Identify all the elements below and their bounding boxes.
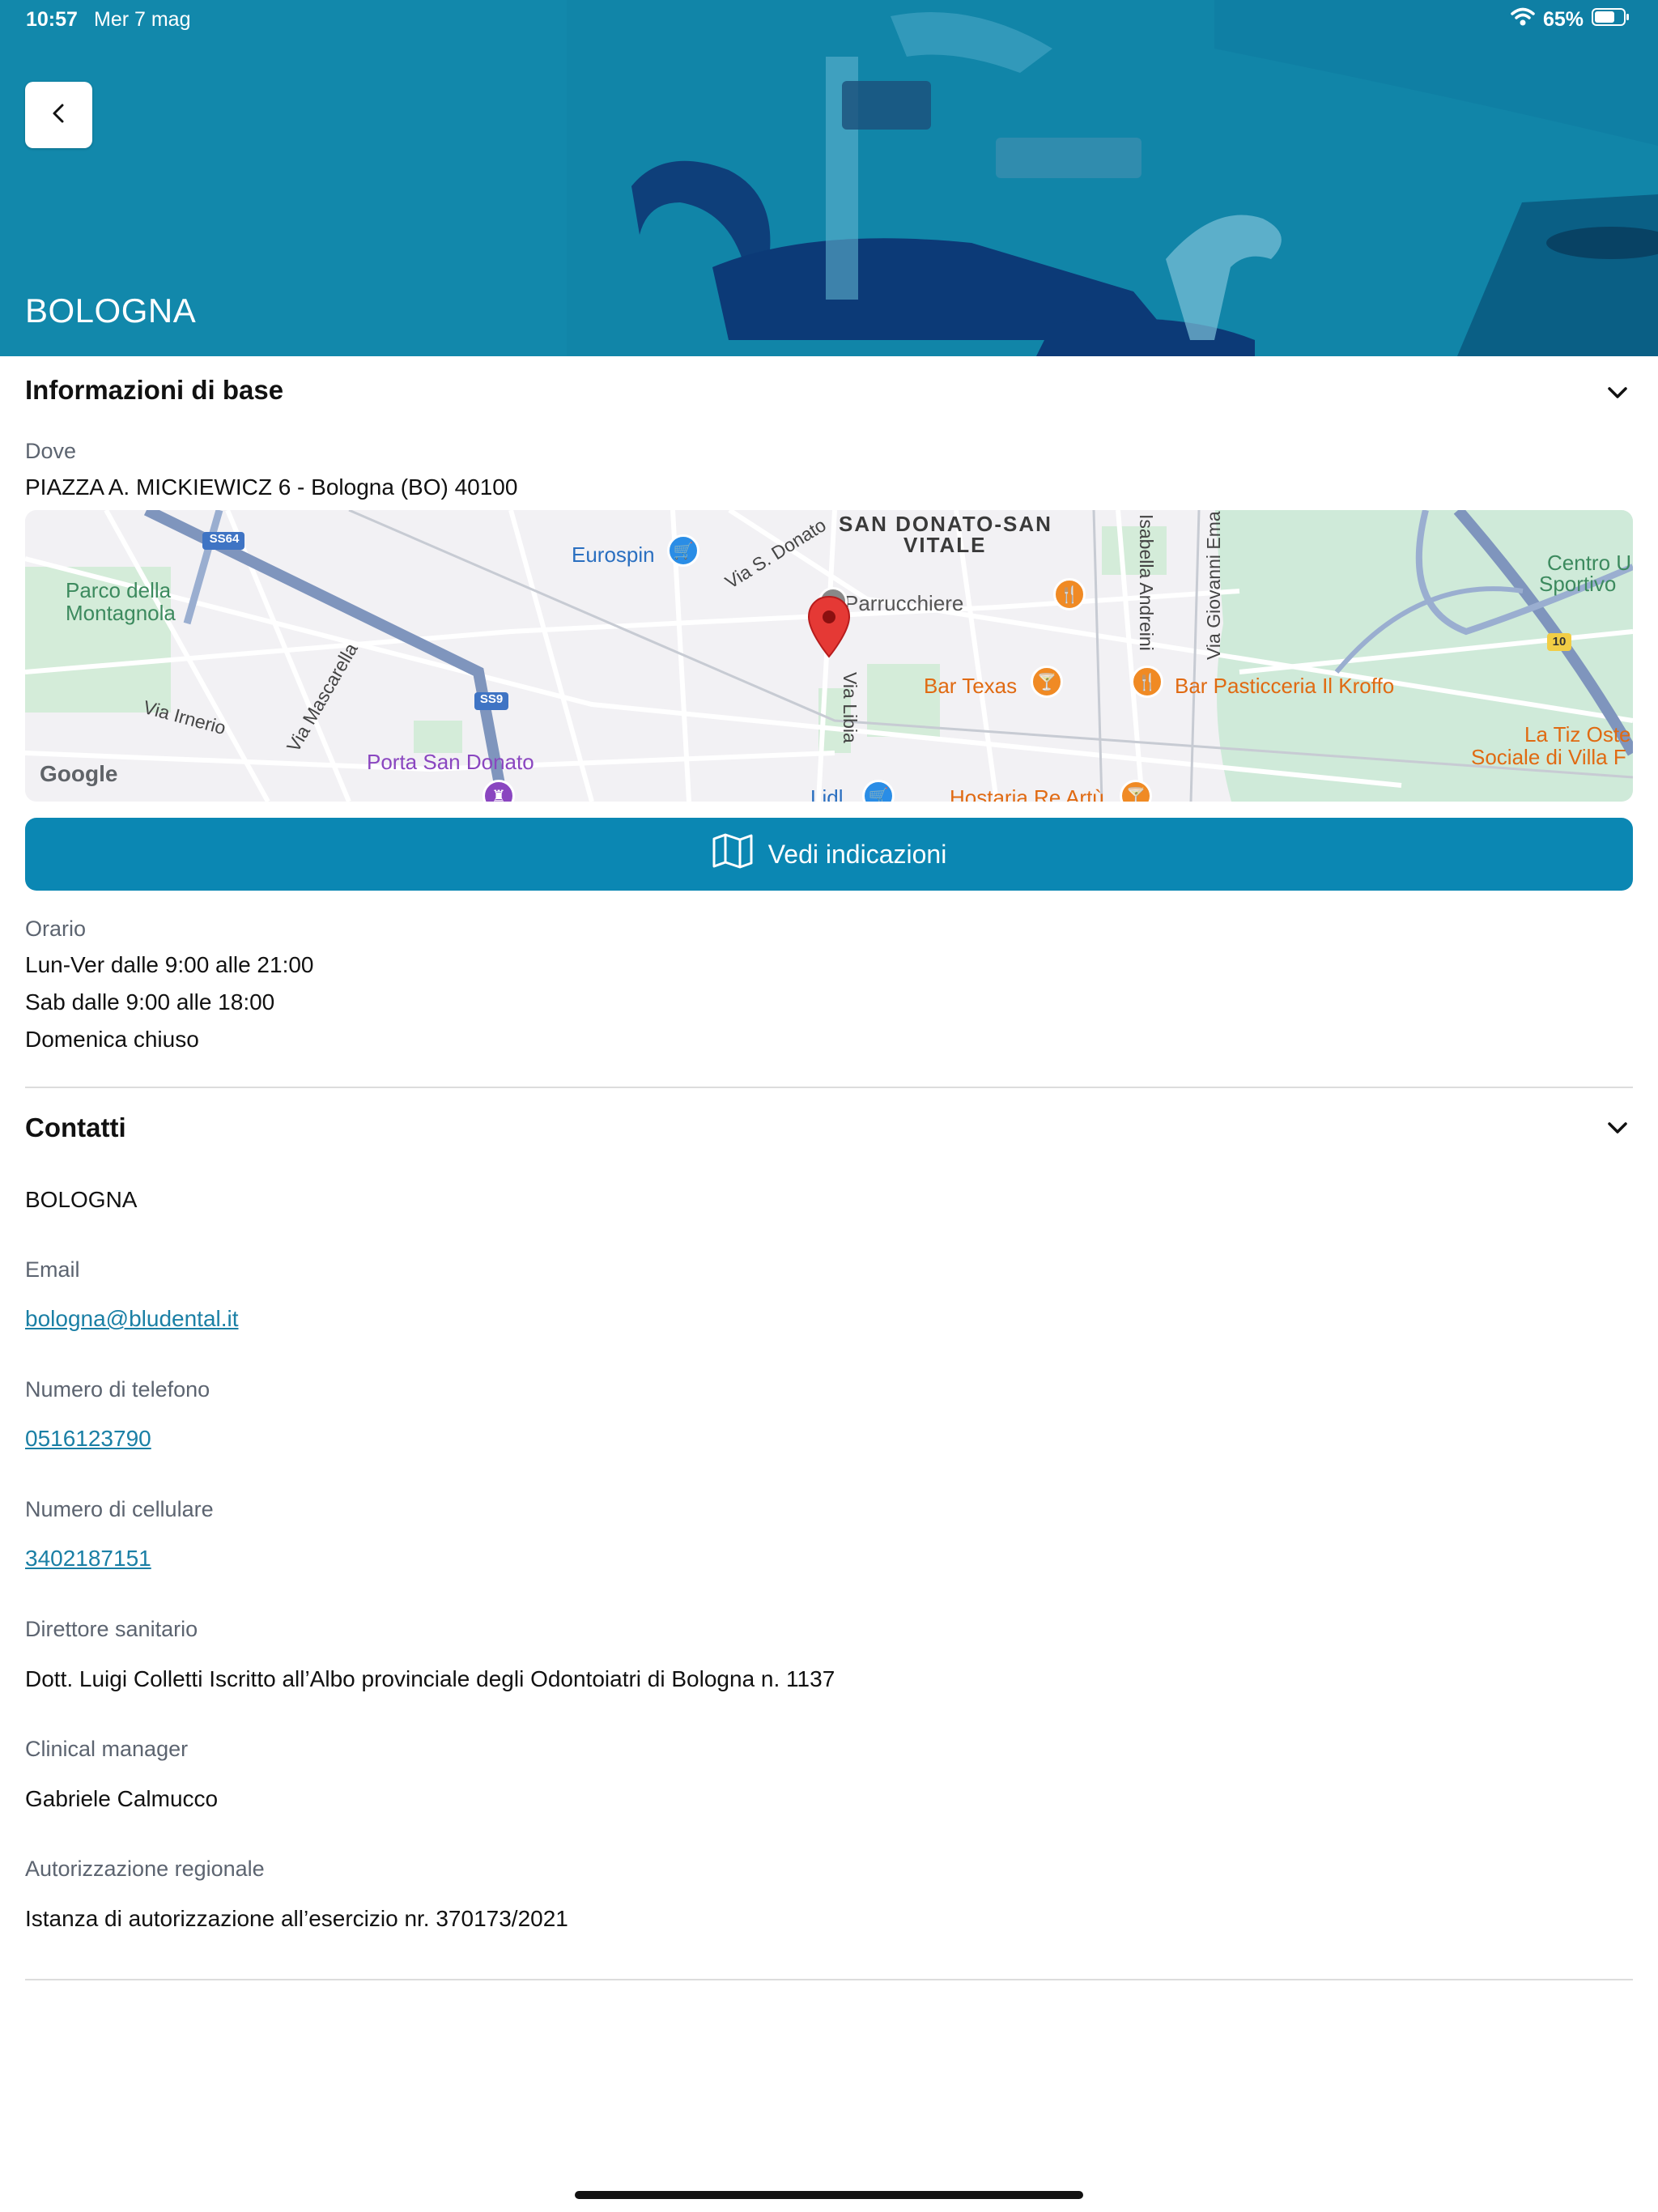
email-label: Email	[25, 1257, 80, 1282]
hero-header	[0, 0, 1658, 356]
contact-name: BOLOGNA	[25, 1187, 138, 1212]
email-link[interactable]: bologna@bludental.it	[25, 1306, 239, 1332]
map-label-sociale: Sociale di Villa F	[1471, 745, 1626, 769]
shopping-cart-icon[interactable]: 🛒	[667, 534, 699, 567]
map-label-parrucchiere: Parrucchiere	[844, 591, 964, 615]
hours-sunday: Domenica chiuso	[25, 1027, 199, 1052]
section-divider	[25, 1087, 1633, 1088]
contacts-section-title[interactable]: Contatti	[25, 1112, 126, 1143]
map-label-hostaria: Hostaria Re Artù	[950, 785, 1104, 802]
clinical-manager-label: Clinical manager	[25, 1737, 189, 1761]
map-label-montagnola: Montagnola	[66, 601, 176, 625]
map-label-via-giovanni: Via Giovanni Eman	[1203, 510, 1224, 660]
status-date: Mer 7 mag	[94, 8, 191, 31]
map-label-lidl: Lidl	[810, 785, 844, 802]
map-label-via-libia: Via Libia	[840, 672, 861, 743]
map-label-vitale: VITALE	[903, 533, 987, 557]
directions-button-label: Vedi indicazioni	[767, 839, 947, 869]
map-label-ss9: SS9	[479, 692, 504, 706]
map-label-la-tiz: La Tiz Oste	[1524, 722, 1631, 747]
map-view[interactable]: Parco della Montagnola Eurospin 🛒 SAN DO…	[25, 510, 1633, 802]
map-label-sportivo: Sportivo	[1539, 572, 1617, 596]
phone-link[interactable]: 0516123790	[25, 1426, 151, 1452]
info-section-title[interactable]: Informazioni di base	[25, 375, 283, 406]
bar-icon[interactable]: 🍸	[1031, 666, 1063, 698]
mobile-label: Numero di cellulare	[25, 1497, 214, 1521]
director-value: Dott. Luigi Colletti Iscritto all’Albo p…	[25, 1666, 835, 1691]
authorization-label: Autorizzazione regionale	[25, 1857, 265, 1881]
status-right: 65%	[1511, 7, 1630, 32]
battery-percent: 65%	[1542, 8, 1584, 31]
chevron-down-icon[interactable]	[1601, 376, 1634, 409]
hours-weekdays: Lun-Ver dalle 9:00 alle 21:00	[25, 952, 314, 977]
section-divider	[25, 1979, 1633, 1980]
cafe-icon[interactable]: 🍴	[1131, 666, 1163, 698]
map-label-bar-texas: Bar Texas	[924, 674, 1018, 698]
mobile-link[interactable]: 3402187151	[25, 1546, 151, 1572]
map-label-r10: 10	[1552, 635, 1567, 649]
home-indicator[interactable]	[575, 2191, 1083, 2199]
map-icon	[712, 832, 754, 876]
directions-button[interactable]: Vedi indicazioni	[25, 818, 1633, 891]
status-bar: 10:57 Mer 7 mag 65%	[0, 0, 1658, 39]
google-logo: Google	[40, 761, 118, 786]
map-label-bar-pasticceria: Bar Pasticceria Il Kroffo	[1175, 674, 1395, 698]
map-label-ss64: SS64	[209, 532, 240, 546]
page-title: BOLOGNA	[25, 291, 197, 330]
hours-label: Orario	[25, 917, 87, 941]
map-label-eurospin: Eurospin	[572, 542, 655, 567]
map-label-parco: Parco della	[66, 578, 172, 602]
restaurant-icon[interactable]: 🍴	[1053, 578, 1086, 610]
map-label-via-isabella: Isabella Andreini	[1136, 514, 1157, 651]
status-time: 10:57	[26, 8, 78, 31]
map-label-porta-san-donato: Porta San Donato	[367, 750, 534, 774]
address: PIAZZA A. MICKIEWICZ 6 - Bologna (BO) 40…	[25, 474, 518, 500]
wifi-icon	[1511, 7, 1535, 32]
phone-label: Numero di telefono	[25, 1377, 210, 1402]
director-label: Direttore sanitario	[25, 1617, 198, 1641]
where-label: Dove	[25, 439, 77, 463]
battery-icon	[1592, 7, 1630, 32]
chevron-down-icon[interactable]	[1601, 1112, 1634, 1144]
chevron-left-icon	[47, 101, 71, 130]
hero-image	[0, 0, 1658, 356]
hours-saturday: Sab dalle 9:00 alle 18:00	[25, 989, 275, 1015]
back-button[interactable]	[25, 82, 92, 148]
authorization-value: Istanza di autorizzazione all’esercizio …	[25, 1906, 568, 1931]
clinical-manager-value: Gabriele Calmucco	[25, 1786, 219, 1811]
